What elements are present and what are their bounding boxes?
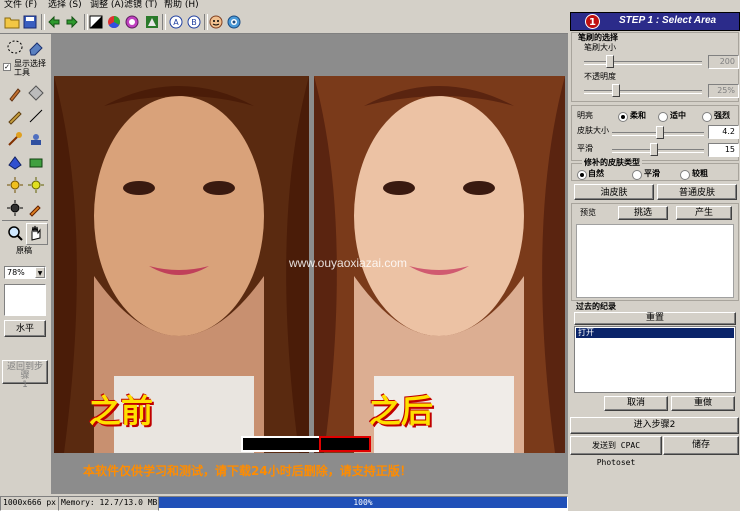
image-dimensions: 1000x666 px: [0, 496, 60, 511]
eyedropper-icon[interactable]: [27, 199, 45, 217]
skin-smooth-radio[interactable]: [632, 170, 642, 180]
open-folder-icon[interactable]: [4, 14, 20, 30]
history-list[interactable]: 打开: [574, 326, 736, 393]
filter-icon[interactable]: [144, 14, 160, 30]
menu-help[interactable]: 帮助 (H): [164, 0, 199, 11]
redo-arrow-icon[interactable]: [64, 14, 80, 30]
skin-natural-radio[interactable]: [577, 170, 587, 180]
brightness-medium-radio[interactable]: [658, 112, 668, 122]
preview-box: [576, 224, 734, 298]
menu-adjust[interactable]: 调整 (A): [90, 0, 124, 11]
color-preview: [4, 284, 46, 316]
opacity-slider[interactable]: [584, 90, 702, 94]
zoom-icon[interactable]: [6, 224, 24, 242]
menu-select[interactable]: 选择 (S): [48, 0, 82, 11]
svg-text:B: B: [191, 18, 197, 27]
progress-bar: 100%: [158, 496, 568, 511]
oily-skin-button[interactable]: 油皮肤: [574, 184, 654, 200]
step-title: STEP 1 : Select Area: [619, 15, 717, 26]
reset-button[interactable]: 重置: [574, 312, 736, 325]
history-item[interactable]: 打开: [576, 328, 734, 338]
pencil-icon[interactable]: [6, 107, 24, 125]
smooth-value[interactable]: 15: [708, 143, 739, 157]
smooth-thumb[interactable]: [650, 143, 658, 156]
burn-icon[interactable]: [6, 199, 24, 217]
line-icon[interactable]: [27, 107, 45, 125]
canvas-area[interactable]: www.ouyaoxiazai.com 之前 之后 本软件仅供学习和测试，请下载…: [51, 34, 568, 494]
redacted-box-highlight: [319, 436, 371, 452]
generate-button[interactable]: 产生: [676, 206, 732, 220]
skin-size-value[interactable]: 4.2: [708, 125, 739, 139]
pattern-icon[interactable]: [27, 84, 45, 102]
history-title: 过去的纪录: [576, 302, 616, 311]
stamp-icon[interactable]: [27, 130, 45, 148]
undo-arrow-icon[interactable]: [46, 14, 62, 30]
wand-icon[interactable]: [6, 130, 24, 148]
horizontal-button[interactable]: 水平: [4, 320, 46, 337]
menu-filter[interactable]: 滤镜 (T): [124, 0, 157, 11]
opacity-thumb[interactable]: [612, 84, 620, 97]
smudge-icon[interactable]: [6, 153, 24, 171]
brightness-strong-radio[interactable]: [702, 112, 712, 122]
show-selection-tool-option[interactable]: ✓ 显示选择工具: [2, 59, 50, 79]
hue-icon[interactable]: [124, 14, 140, 30]
menu-file[interactable]: 文件 (F): [4, 0, 37, 11]
toolbar: A B: [0, 11, 568, 34]
brush-size-thumb[interactable]: [606, 55, 614, 68]
letter-b-icon[interactable]: B: [186, 14, 202, 30]
progress-text: 100%: [353, 498, 373, 507]
sponge-icon[interactable]: [27, 153, 45, 171]
right-panel: 1 STEP 1 : Select Area 笔刷的选择 笔刷大小 200 不透…: [570, 12, 740, 495]
watermark: www.ouyaoxiazai.com: [289, 256, 408, 270]
brush-size-slider[interactable]: [584, 61, 702, 65]
memory-usage: Memory: 12.7/13.0 MB: [58, 496, 160, 511]
next-step-button[interactable]: 进入步骤2: [570, 417, 739, 434]
sun-icon[interactable]: [6, 176, 24, 194]
smooth-slider[interactable]: [612, 149, 704, 153]
menu-bar: 文件 (F) 选择 (S) 调整 (A) 滤镜 (T) 帮助 (H): [0, 0, 568, 11]
ellipse-select-icon[interactable]: [6, 38, 24, 56]
tool-palette: ✓ 显示选择工具 原稿 78% ▼ 水平 返回到步骤 1: [0, 34, 50, 494]
step-banner: 1 STEP 1 : Select Area: [570, 12, 740, 31]
before-label: 之前: [89, 392, 154, 430]
zoom-select[interactable]: 78% ▼: [4, 266, 46, 279]
brightness-group: 明亮 柔和 适中 强烈 皮肤大小 4.2 平滑 15: [571, 105, 739, 161]
svg-text:A: A: [173, 18, 179, 27]
brightness-soft-radio[interactable]: [618, 112, 628, 122]
step-number-badge: 1: [585, 14, 600, 29]
brush-group: 笔刷的选择 笔刷大小 200 不透明度 25%: [571, 32, 739, 102]
after-label: 之后: [369, 392, 434, 430]
dodge-icon[interactable]: [27, 176, 45, 194]
opacity-value[interactable]: 25%: [708, 84, 739, 98]
brush-icon[interactable]: [6, 84, 24, 102]
cancel-button[interactable]: 取消: [604, 396, 668, 411]
skin-type-group: 修补的皮肤类型 自然 平滑 较粗: [571, 158, 739, 181]
eraser-icon[interactable]: [27, 38, 45, 56]
notice-text: 本软件仅供学习和测试，请下载24小时后删除，请支持正版！: [83, 464, 412, 478]
save-button[interactable]: 储存: [663, 436, 739, 455]
save-disk-icon[interactable]: [22, 14, 38, 30]
target-icon[interactable]: [226, 14, 242, 30]
skin-rough-radio[interactable]: [680, 170, 690, 180]
levels-icon[interactable]: [88, 14, 104, 30]
show-selection-checkbox[interactable]: ✓: [3, 63, 11, 71]
redo-button[interactable]: 重做: [671, 396, 735, 411]
original-label: 原稿: [16, 246, 32, 255]
hand-icon[interactable]: [26, 223, 48, 245]
face-icon[interactable]: [208, 14, 224, 30]
send-to-photoset-button[interactable]: 发送到 CPAC Photoset: [570, 436, 662, 467]
normal-skin-button[interactable]: 普通皮肤: [657, 184, 737, 200]
preview-group: 预览 挑选 产生: [571, 203, 739, 301]
brush-size-value[interactable]: 200: [708, 55, 739, 69]
status-bar: 1000x666 px Memory: 12.7/13.0 MB 100%: [0, 495, 740, 511]
chevron-down-icon[interactable]: ▼: [35, 267, 45, 278]
color-wheel-icon[interactable]: [106, 14, 122, 30]
pick-button[interactable]: 挑选: [618, 206, 668, 220]
back-to-step1-button[interactable]: 返回到步骤 1: [2, 360, 48, 390]
letter-a-icon[interactable]: A: [168, 14, 184, 30]
skin-size-thumb[interactable]: [656, 126, 664, 139]
